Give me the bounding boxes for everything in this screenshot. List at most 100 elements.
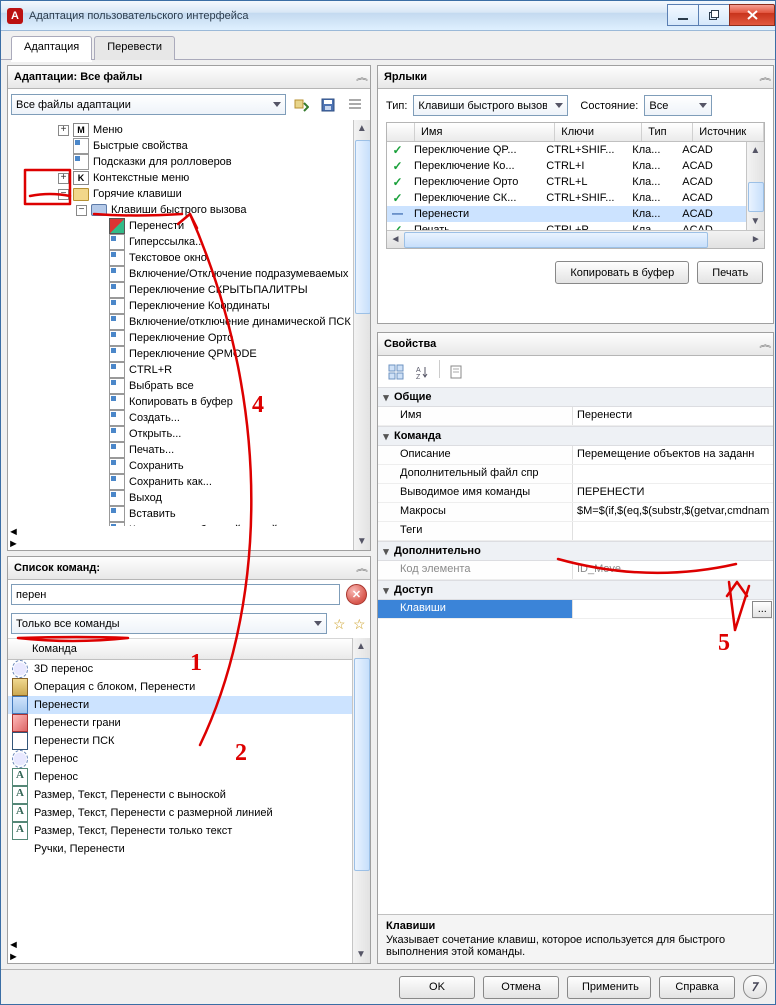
- tree-item[interactable]: Перенести: [8, 218, 353, 234]
- property-row[interactable]: ОписаниеПеремещение объектов на заданн: [378, 446, 773, 465]
- col-name[interactable]: Имя: [415, 123, 555, 141]
- property-value[interactable]: Перемещение объектов на заданн: [573, 446, 773, 464]
- tree-item[interactable]: +MМеню: [8, 122, 353, 138]
- tree-item[interactable]: Подсказки для ролловеров: [8, 154, 353, 170]
- property-row[interactable]: Выводимое имя командыПЕРЕНЕСТИ: [378, 484, 773, 503]
- tree-item[interactable]: Переключение Координаты: [8, 298, 353, 314]
- state-dropdown[interactable]: Все: [644, 95, 712, 116]
- property-row[interactable]: Макросы$M=$(if,$(eq,$(substr,$(getvar,cm…: [378, 503, 773, 522]
- property-category[interactable]: ▾Команда: [378, 426, 773, 446]
- property-grid[interactable]: ▾ОбщиеИмяПеренести▾КомандаОписаниеПереме…: [378, 387, 773, 914]
- categorized-view-button[interactable]: [384, 360, 408, 383]
- shortcut-row[interactable]: ✓Переключение ОртоCTRL+LКла...ACAD: [387, 174, 746, 190]
- command-search-input[interactable]: [11, 584, 340, 605]
- collapse-icon[interactable]: ︽: [759, 72, 767, 82]
- tree-item[interactable]: Текстовое окно: [8, 250, 353, 266]
- tree-item[interactable]: Печать...: [8, 442, 353, 458]
- shortcuts-grid[interactable]: Имя Ключи Тип Источник ✓Переключение QP.…: [386, 122, 765, 249]
- tab-translate[interactable]: Перевести: [94, 36, 175, 60]
- tree-item[interactable]: Сохранить: [8, 458, 353, 474]
- command-row[interactable]: Перенести: [8, 696, 352, 714]
- tree-item[interactable]: Создать...: [8, 410, 353, 426]
- tree-item[interactable]: CTRL+R: [8, 362, 353, 378]
- tree-item[interactable]: Гиперссылка...: [8, 234, 353, 250]
- save-button[interactable]: [316, 93, 340, 116]
- collapse-icon[interactable]: ︽: [356, 72, 364, 82]
- vertical-scrollbar[interactable]: ▲ ▼: [353, 120, 370, 550]
- apply-button[interactable]: Применить: [567, 976, 651, 999]
- tree-item[interactable]: Открыть...: [8, 426, 353, 442]
- tree-item[interactable]: Выбрать все: [8, 378, 353, 394]
- command-row[interactable]: Ручки, Перенести: [8, 840, 352, 858]
- col-type[interactable]: Тип: [642, 123, 693, 141]
- col-source[interactable]: Источник: [693, 123, 764, 141]
- type-dropdown[interactable]: Клавиши быстрого вызова: [413, 95, 568, 116]
- tree-item[interactable]: Включение/Отключение подразумеваемых: [8, 266, 353, 282]
- property-pages-button[interactable]: [445, 360, 469, 383]
- horizontal-scrollbar[interactable]: ◄ ►: [8, 939, 352, 963]
- property-value[interactable]: [573, 465, 773, 483]
- shortcut-row[interactable]: ✓Переключение Ко...CTRL+IКла...ACAD: [387, 158, 746, 174]
- property-row[interactable]: Дополнительный файл спр: [378, 465, 773, 484]
- tree-item[interactable]: +KКонтекстные меню: [8, 170, 353, 186]
- star-icon[interactable]: [333, 617, 347, 631]
- tree-item[interactable]: Включение/отключение динамической ПСК: [8, 314, 353, 330]
- clear-search-button[interactable]: ✕: [346, 584, 367, 605]
- command-row[interactable]: Перенос: [8, 768, 352, 786]
- expander-icon[interactable]: −: [76, 205, 87, 216]
- command-row[interactable]: Размер, Текст, Перенести только текст: [8, 822, 352, 840]
- command-row[interactable]: Операция с блоком, Перенести: [8, 678, 352, 696]
- tree-item[interactable]: −Горячие клавиши: [8, 186, 353, 202]
- vertical-scrollbar[interactable]: ▲ ▼: [746, 142, 764, 230]
- property-value[interactable]: ...: [573, 600, 773, 618]
- tree-item[interactable]: Быстрые свойства: [8, 138, 353, 154]
- command-row[interactable]: Перенос: [8, 750, 352, 768]
- command-row[interactable]: Размер, Текст, Перенести с выноской: [8, 786, 352, 804]
- property-value[interactable]: $M=$(if,$(eq,$(substr,$(getvar,cmdnam: [573, 503, 773, 521]
- horizontal-scrollbar[interactable]: ◄ ►: [8, 526, 353, 550]
- window-maximize-button[interactable]: [698, 4, 730, 26]
- property-value[interactable]: ID_Move: [573, 561, 773, 579]
- command-list[interactable]: Команда 3D переносОперация с блоком, Пер…: [8, 638, 352, 939]
- tree-item[interactable]: Переключение СКРЫТЬПАЛИТРЫ: [8, 282, 353, 298]
- property-category[interactable]: ▾Общие: [378, 387, 773, 407]
- import-button[interactable]: [289, 93, 313, 116]
- tree-item[interactable]: Копировать в буфер: [8, 394, 353, 410]
- property-category[interactable]: ▾Доступ: [378, 580, 773, 600]
- expander-icon[interactable]: −: [58, 189, 69, 200]
- list-view-button[interactable]: [343, 93, 367, 116]
- alphabetical-view-button[interactable]: AZ: [410, 360, 434, 383]
- tree-item[interactable]: Переключение Орто: [8, 330, 353, 346]
- shortcut-row[interactable]: ✓ПечатьCTRL+PКла...ACAD: [387, 222, 746, 230]
- property-row[interactable]: ИмяПеренести: [378, 407, 773, 426]
- files-dropdown[interactable]: Все файлы адаптации: [11, 94, 286, 115]
- print-button[interactable]: Печать: [697, 261, 763, 284]
- window-minimize-button[interactable]: [667, 4, 699, 26]
- shortcut-row[interactable]: ✓Переключение QP...CTRL+SHIF...Кла...ACA…: [387, 142, 746, 158]
- command-filter-dropdown[interactable]: Только все команды: [11, 613, 327, 634]
- expander-icon[interactable]: +: [58, 173, 69, 184]
- tree-item[interactable]: −Клавиши быстрого вызова: [8, 202, 353, 218]
- shortcut-row[interactable]: —ПеренестиКла...ACAD: [387, 206, 746, 222]
- help-button[interactable]: Справка: [659, 976, 735, 999]
- property-value[interactable]: [573, 522, 773, 540]
- property-value[interactable]: ПЕРЕНЕСТИ: [573, 484, 773, 502]
- tab-adapt[interactable]: Адаптация: [11, 36, 92, 60]
- window-close-button[interactable]: [729, 4, 775, 26]
- collapse-icon[interactable]: ︽: [356, 563, 364, 573]
- vertical-scrollbar[interactable]: ▲ ▼: [352, 638, 370, 963]
- tree-item[interactable]: Сохранить как...: [8, 474, 353, 490]
- expander-icon[interactable]: +: [58, 125, 69, 136]
- copy-to-clipboard-button[interactable]: Копировать в буфер: [555, 261, 689, 284]
- tree-item[interactable]: Вставить: [8, 506, 353, 522]
- command-row[interactable]: Размер, Текст, Перенести с размерной лин…: [8, 804, 352, 822]
- property-row[interactable]: Теги: [378, 522, 773, 541]
- ellipsis-button[interactable]: ...: [752, 601, 772, 618]
- tree-item[interactable]: Выход: [8, 490, 353, 506]
- cui-tree[interactable]: +MМенюБыстрые свойстваПодсказки для ролл…: [8, 120, 353, 526]
- property-row[interactable]: Клавиши...: [378, 600, 773, 619]
- command-row[interactable]: Перенести ПСК: [8, 732, 352, 750]
- star-add-icon[interactable]: [353, 617, 367, 631]
- property-category[interactable]: ▾Дополнительно: [378, 541, 773, 561]
- collapse-icon[interactable]: ︽: [759, 339, 767, 349]
